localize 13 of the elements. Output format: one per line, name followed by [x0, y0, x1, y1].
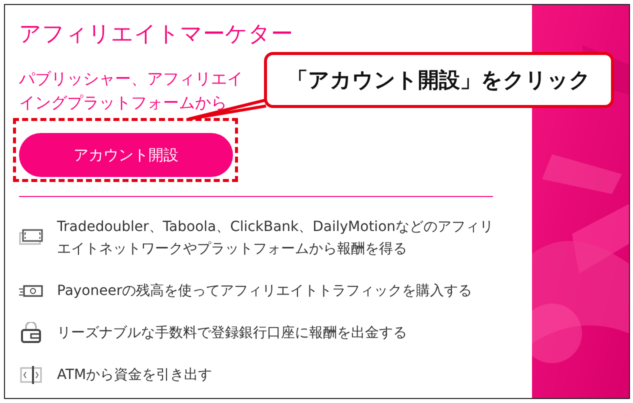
subtitle-line: パブリッシャー、アフィリエイ [19, 68, 243, 90]
page-title: アフィリエイトマーケター [19, 21, 294, 49]
cash-icon [19, 229, 43, 247]
feature-text: Tradedoubler、Taboola、ClickBank、DailyMotionなどのアフィリエイトネットワークやプラットフォームから報酬を得る [57, 218, 495, 259]
callout-note: 「アカウント開設」をクリック [264, 52, 614, 108]
feature-text: ATMから資金を引き出す [57, 366, 214, 385]
subtitle-line: イングプラットフォームから [19, 92, 227, 114]
atm-icon [20, 366, 42, 384]
open-account-button[interactable]: アカウント開設 [19, 133, 233, 177]
feature-text: Payoneerの残高を使ってアフィリエイトトラフィックを購入する [57, 282, 474, 301]
banknote-icon [19, 284, 43, 298]
wallet-icon [20, 322, 42, 344]
feature-text: リーズナブルな手数料で登録銀行口座に報酬を出金する [57, 324, 408, 343]
